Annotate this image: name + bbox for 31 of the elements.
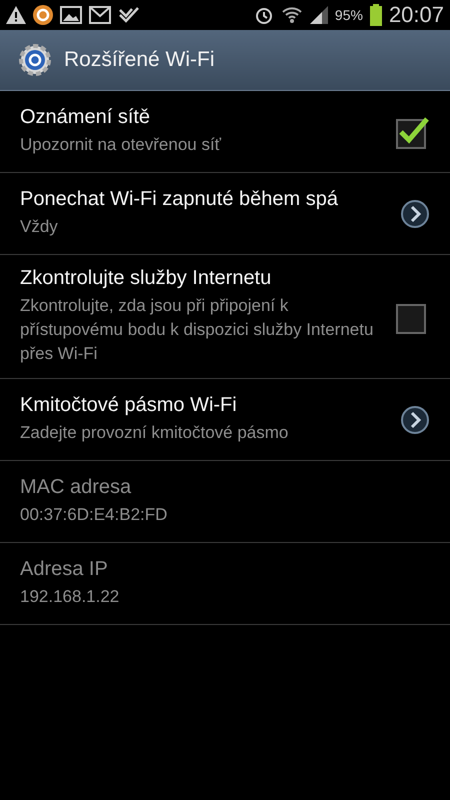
setting-title: Adresa IP [20,558,109,581]
setting-title: Kmitočtové pásmo Wi-Fi [20,394,238,417]
setting-title: Zkontrolujte služby Internetu [20,267,272,290]
settings-item[interactable]: Zkontrolujte služby Internetu Zkontrolujte, zda jsou při připojení k přístupovému bodu k dispozici služby Internetu přes Wi-Fi [0,255,450,379]
app-icon [33,5,53,25]
setting-title: Oznámení sítě [20,106,152,129]
setting-title: Ponechat Wi-Fi zapnuté během spá [20,188,339,211]
setting-summary: 00:37:6D:E4:B2:FD [20,504,168,526]
signal-icon [310,6,328,24]
gear-icon [18,43,52,77]
settings-item[interactable]: Ponechat Wi-Fi zapnuté během spá Vždy [0,173,450,255]
setting-title: MAC adresa [20,476,132,499]
chevron-right-icon[interactable] [400,198,430,228]
check-icon [118,5,140,25]
image-icon [60,6,82,24]
setting-summary: Upozornit na otevřenou síť [20,134,222,156]
setting-summary: 192.168.1.22 [20,586,120,608]
wifi-icon [280,5,303,25]
settings-item[interactable]: Oznámení sítě Upozornit na otevřenou síť [0,91,450,173]
clock: 20:07 [388,2,444,28]
battery-percent: 95% [334,7,363,23]
setting-summary: Zkontrolujte, zda jsou při připojení k přístupovému bodu k dispozici služby Internetu přes Wi-Fi [20,295,374,365]
screen-title: Rozšířené Wi-Fi [64,48,215,72]
settings-item[interactable]: Kmitočtové pásmo Wi-Fi Zadejte provozní kmitočtové pásmo [0,379,450,461]
alarm-icon [254,5,274,25]
chevron-right-icon[interactable] [400,404,430,434]
battery-icon [370,4,382,26]
warning-icon [6,6,26,24]
mail-icon [89,6,111,24]
setting-summary: Vždy [20,216,59,238]
setting-summary: Zadejte provozní kmitočtové pásmo [20,422,290,444]
